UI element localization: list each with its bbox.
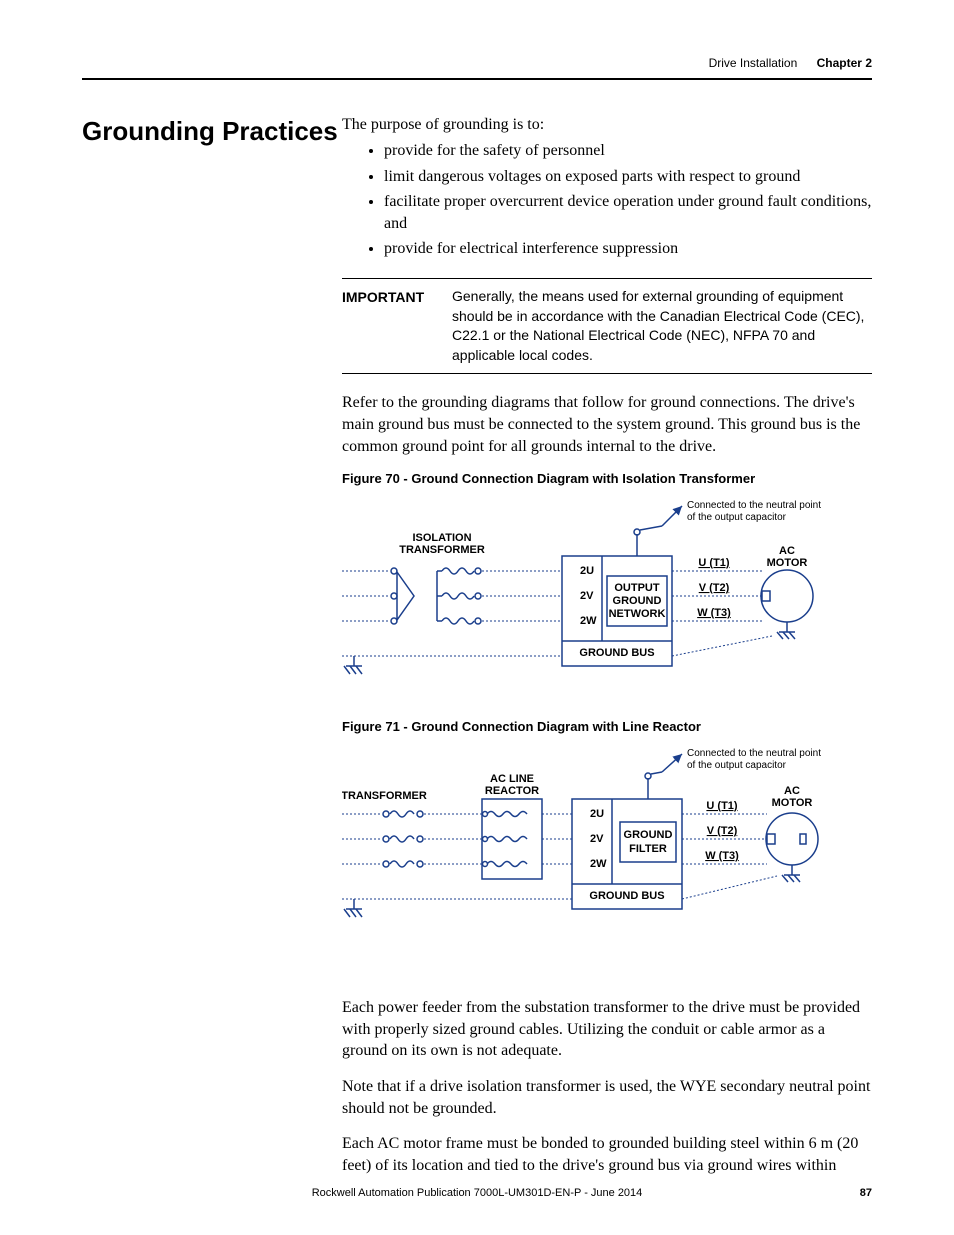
- paragraph: Refer to the grounding diagrams that fol…: [342, 392, 872, 457]
- diagram-label: 2W: [580, 615, 597, 627]
- diagram-label: 2U: [580, 565, 594, 577]
- footer-publication: Rockwell Automation Publication 7000L-UM…: [122, 1187, 832, 1199]
- diagram-label: Connected to the neutral pointof the out…: [687, 500, 821, 523]
- page: Drive Installation Chapter 2 Grounding P…: [0, 0, 954, 1235]
- right-column: The purpose of grounding is to: provide …: [342, 116, 872, 1190]
- figure-caption: Figure 71 - Ground Connection Diagram wi…: [342, 719, 872, 734]
- diagram-label: W (T3): [697, 607, 731, 619]
- diagram-label: OUTPUT: [614, 582, 660, 594]
- footer: Rockwell Automation Publication 7000L-UM…: [82, 1187, 872, 1199]
- important-label: IMPORTANT: [342, 287, 452, 365]
- diagram-label: Connected to the neutral pointof the out…: [687, 748, 821, 771]
- paragraph: Each power feeder from the substation tr…: [342, 997, 872, 1062]
- header-rule: [82, 78, 872, 80]
- figure-70-diagram: .lbl{font-family:Arial,Helvetica,sans-se…: [342, 496, 852, 686]
- diagram-label: NETWORK: [609, 608, 666, 620]
- important-text: Generally, the means used for external g…: [452, 287, 872, 365]
- diagram-label: ISOLATIONTRANSFORMER: [399, 532, 485, 556]
- paragraph: Note that if a drive isolation transform…: [342, 1076, 872, 1119]
- bullet-item: provide for the safety of personnel: [384, 140, 872, 162]
- diagram-label: GROUND: [613, 595, 662, 607]
- diagram-label: W (T3): [705, 850, 739, 862]
- diagram-label: 2V: [590, 833, 604, 845]
- diagram-label: FILTER: [629, 843, 667, 855]
- bullet-item: facilitate proper overcurrent device ope…: [384, 191, 872, 234]
- intro-text: The purpose of grounding is to:: [342, 116, 872, 134]
- diagram-label: GROUND BUS: [579, 647, 654, 659]
- important-callout: IMPORTANT Generally, the means used for …: [342, 278, 872, 374]
- diagram-label: V (T2): [707, 825, 738, 837]
- running-header: Drive Installation Chapter 2: [82, 56, 872, 70]
- diagram-label: 2V: [580, 590, 594, 602]
- header-section: Drive Installation: [709, 56, 798, 70]
- figure-caption: Figure 70 - Ground Connection Diagram wi…: [342, 471, 872, 486]
- figure-71-diagram: .lbl{font-family:Arial,Helvetica,sans-se…: [342, 744, 852, 944]
- page-number: 87: [832, 1187, 872, 1199]
- diagram-label: V (T2): [699, 582, 730, 594]
- diagram-label: U (T1): [706, 800, 738, 812]
- diagram-label: 2W: [590, 858, 607, 870]
- header-chapter: Chapter 2: [817, 56, 872, 70]
- diagram-label: GROUND BUS: [589, 890, 664, 902]
- left-column: Grounding Practices: [82, 116, 342, 1190]
- paragraph: Each AC motor frame must be bonded to gr…: [342, 1133, 872, 1176]
- diagram-label: GROUND: [624, 829, 673, 841]
- diagram-label: TRANSFORMER: [342, 790, 427, 802]
- diagram-label: 2U: [590, 808, 604, 820]
- bullet-item: provide for electrical interference supp…: [384, 238, 872, 260]
- body: Grounding Practices The purpose of groun…: [82, 116, 872, 1190]
- diagram-label: AC LINEREACTOR: [485, 773, 539, 797]
- diagram-label: ACMOTOR: [767, 545, 808, 569]
- diagram-label: U (T1): [698, 557, 730, 569]
- bullet-item: limit dangerous voltages on exposed part…: [384, 166, 872, 188]
- section-title: Grounding Practices: [82, 116, 342, 147]
- bullet-list: provide for the safety of personnel limi…: [342, 140, 872, 260]
- diagram-label: ACMOTOR: [772, 785, 813, 809]
